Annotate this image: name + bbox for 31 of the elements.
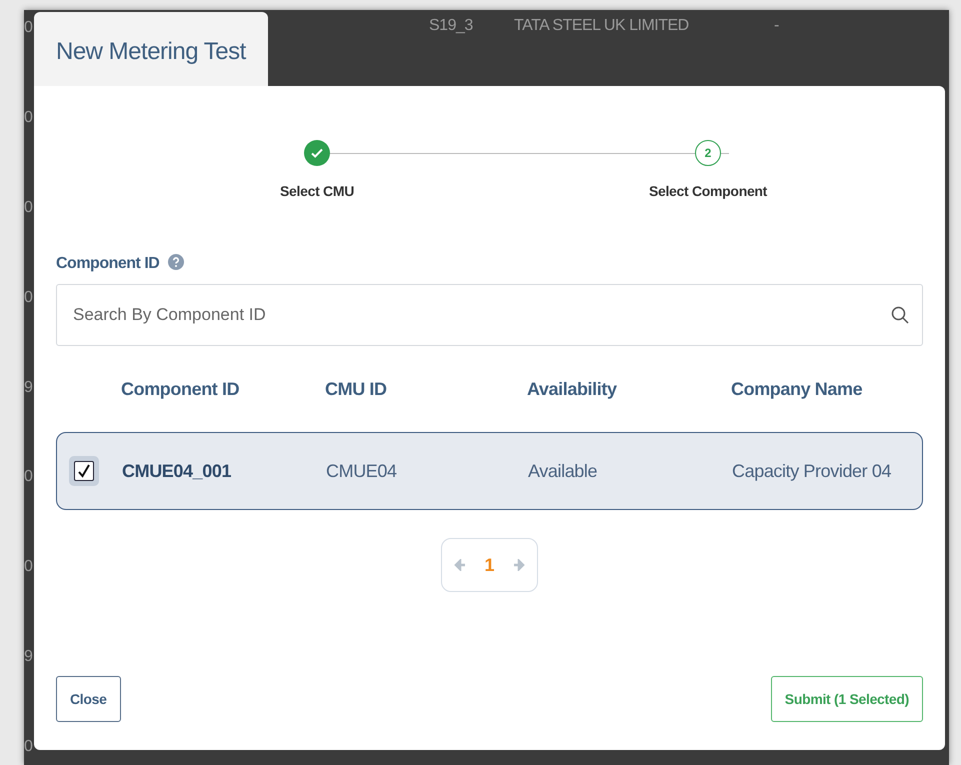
search-icon[interactable] <box>891 306 909 324</box>
background-text: 0 <box>24 110 34 126</box>
background-text: 9 <box>24 380 34 396</box>
checkbox[interactable] <box>74 461 94 481</box>
column-header: Component ID <box>121 378 240 401</box>
column-header: Company Name <box>731 378 864 401</box>
table-cell-text: Available <box>528 460 598 482</box>
table-cell-text: Capacity Provider 04 <box>732 460 892 483</box>
table-cell-text: CMUE04_001 <box>122 460 232 482</box>
modal-title: New Metering Test <box>34 12 268 86</box>
field-label: Component ID <box>56 255 160 272</box>
step-label: Select Component <box>648 182 768 201</box>
step-number: 2 <box>695 140 721 166</box>
background-text: 0 <box>24 20 34 36</box>
step-label: Select CMU <box>280 182 354 201</box>
column-header: Availability <box>527 378 618 401</box>
background-text: - <box>774 16 779 36</box>
background-text: 0 <box>24 290 34 306</box>
background-text: 0 <box>24 200 34 216</box>
column-header: CMU ID <box>325 378 388 401</box>
background-text: S19_3 <box>429 16 473 36</box>
background-text: 0 <box>24 739 34 755</box>
background-text: TATA STEEL UK LIMITED <box>514 16 689 36</box>
search-field[interactable]: Search By Component ID <box>56 284 923 346</box>
table-cell-text: CMUE04 <box>326 460 398 482</box>
background-text: 0 <box>24 559 34 576</box>
background-text: 9 <box>24 649 34 666</box>
table-row[interactable]: CMUE04_001 CMUE04 Available Capacity Provider 04 <box>56 432 923 510</box>
close-button[interactable]: Close <box>56 676 121 722</box>
help-icon <box>168 254 184 270</box>
background-text: 0 <box>24 469 34 486</box>
